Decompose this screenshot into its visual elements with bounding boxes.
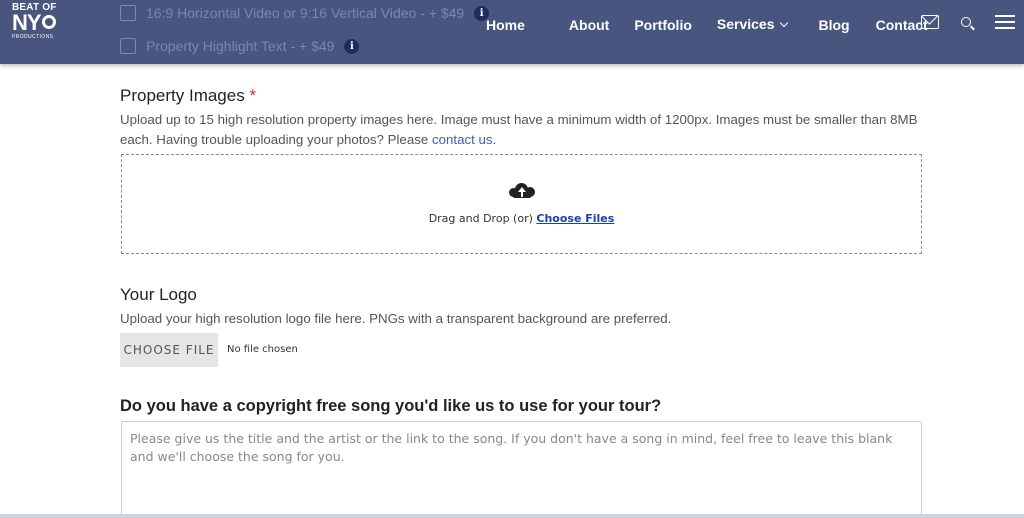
file-status: No file chosen xyxy=(227,344,298,355)
addon-property-highlight-text[interactable]: Property Highlight Text - + $49 i xyxy=(120,38,360,54)
cloud-upload-icon xyxy=(509,183,535,199)
logo-line-3: PRODUCTIONS xyxy=(12,34,54,40)
choose-files-link[interactable]: Choose Files xyxy=(536,212,614,225)
song-textarea[interactable]: Please give us the title and the artist … xyxy=(121,421,922,518)
addon-checkbox[interactable] xyxy=(120,38,136,54)
dropzone-text: Drag and Drop (or) Choose Files xyxy=(122,212,921,225)
main-nav: Home About Portfolio Services Blog Conta… xyxy=(486,16,928,34)
song-question-title: Do you have a copyright free song you'd … xyxy=(120,397,662,415)
logo-line-2: NY xyxy=(12,12,68,34)
info-icon[interactable]: i xyxy=(344,38,360,54)
contact-us-link[interactable]: contact us xyxy=(432,132,493,147)
site-header: BEAT OF NY PRODUCTIONS 16:9 Horizontal V… xyxy=(0,0,1024,64)
search-icon[interactable] xyxy=(961,17,971,27)
your-logo-title: Your Logo xyxy=(120,285,197,304)
nav-about[interactable]: About xyxy=(569,17,609,33)
required-mark: * xyxy=(249,86,257,105)
nav-home[interactable]: Home xyxy=(486,17,525,33)
choose-file-button[interactable]: CHOOSE FILE xyxy=(120,333,218,367)
your-logo-description: Upload your high resolution logo file he… xyxy=(120,311,672,326)
bottom-edge xyxy=(0,514,1024,518)
nav-services-label[interactable]: Services xyxy=(717,16,775,32)
brand-logo[interactable]: BEAT OF NY PRODUCTIONS xyxy=(12,3,68,40)
chevron-down-icon xyxy=(779,18,788,28)
addon-horizontal-vertical-video[interactable]: 16:9 Horizontal Video or 9:16 Vertical V… xyxy=(120,5,490,21)
addon-checkbox[interactable] xyxy=(120,5,136,21)
nav-services[interactable]: Services xyxy=(717,16,788,34)
mail-icon[interactable] xyxy=(921,15,939,29)
nav-portfolio[interactable]: Portfolio xyxy=(634,17,692,33)
logo-ny: NY xyxy=(12,10,42,35)
nav-blog[interactable]: Blog xyxy=(819,17,850,33)
property-images-description: Upload up to 15 high resolution property… xyxy=(120,110,920,150)
addon-label: 16:9 Horizontal Video or 9:16 Vertical V… xyxy=(146,5,465,21)
image-dropzone[interactable]: Drag and Drop (or) Choose Files xyxy=(121,154,922,254)
song-placeholder: Please give us the title and the artist … xyxy=(130,431,893,464)
logo-ring-icon xyxy=(41,15,56,29)
desc-period: . xyxy=(492,132,497,147)
addon-label: Property Highlight Text - + $49 xyxy=(146,38,335,54)
property-images-desc-text: Upload up to 15 high resolution property… xyxy=(120,112,918,147)
menu-icon[interactable] xyxy=(995,15,1015,29)
nav-contact[interactable]: Contact xyxy=(876,17,928,33)
property-images-title-text: Property Images xyxy=(120,86,245,105)
property-images-title: Property Images * xyxy=(120,86,256,106)
dropzone-label: Drag and Drop (or) xyxy=(428,212,533,225)
